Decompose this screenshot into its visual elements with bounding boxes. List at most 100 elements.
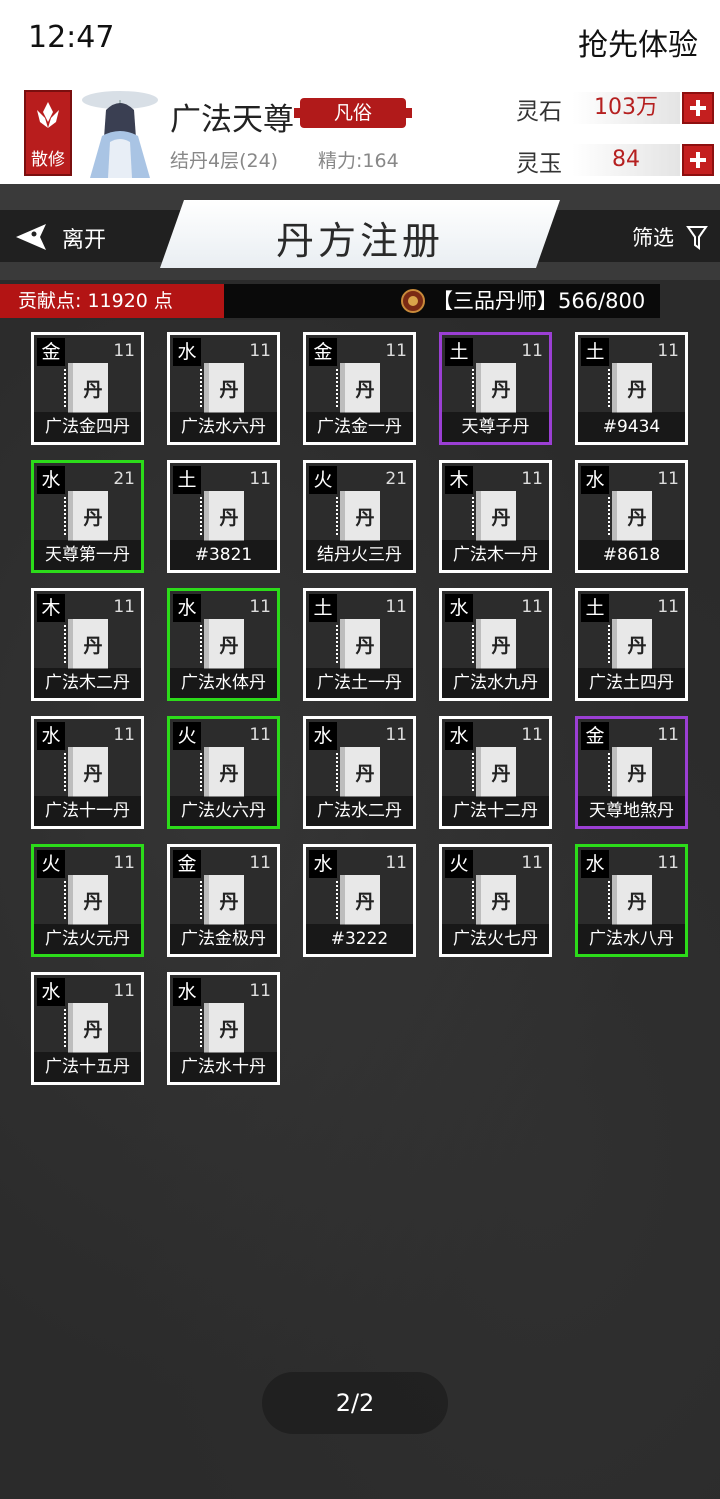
early-access-label[interactable]: 抢先体验 bbox=[578, 20, 698, 64]
recipe-card[interactable]: 土 11 丹 #3821 bbox=[167, 460, 280, 573]
book-char: 丹 bbox=[83, 379, 103, 401]
player-name: 广法天尊 bbox=[170, 102, 294, 138]
recipe-level: 11 bbox=[249, 341, 271, 361]
recipe-level: 11 bbox=[249, 725, 271, 745]
recipe-name: 广法木二丹 bbox=[34, 668, 141, 698]
recipe-book-icon: 丹 bbox=[200, 1003, 244, 1053]
book-char: 丹 bbox=[83, 635, 103, 657]
recipe-card[interactable]: 金 11 丹广法金一丹 bbox=[303, 332, 416, 445]
element-tag: 水 bbox=[173, 594, 201, 622]
recipe-card[interactable]: 水 11 丹广法水二丹 bbox=[303, 716, 416, 829]
element-tag: 土 bbox=[173, 466, 201, 494]
recipe-card[interactable]: 水 11 丹广法水十丹 bbox=[167, 972, 280, 1085]
recipe-card[interactable]: 水 11 丹广法十一丹 bbox=[31, 716, 144, 829]
book-char: 丹 bbox=[219, 763, 239, 785]
recipe-level: 11 bbox=[385, 597, 407, 617]
recipe-book-icon: 丹 bbox=[64, 619, 108, 669]
recipe-card[interactable]: 火 11 丹广法火元丹 bbox=[31, 844, 144, 957]
recipe-name: 广法金极丹 bbox=[170, 924, 277, 954]
recipe-name: 广法水八丹 bbox=[578, 924, 685, 954]
element-tag: 水 bbox=[581, 850, 609, 878]
recipe-card[interactable]: 木 11 丹广法木二丹 bbox=[31, 588, 144, 701]
book-char: 丹 bbox=[83, 1019, 103, 1041]
recipe-name: 广法金一丹 bbox=[306, 412, 413, 442]
element-tag: 水 bbox=[309, 722, 337, 750]
add-spirit-jade-button[interactable] bbox=[682, 144, 714, 176]
recipe-book-icon: 丹 bbox=[64, 747, 108, 797]
recipe-card[interactable]: 水 11 丹广法水体丹 bbox=[167, 588, 280, 701]
page-indicator[interactable]: 2/2 bbox=[262, 1372, 448, 1434]
recipe-book-icon: 丹 bbox=[200, 619, 244, 669]
recipe-name: 广法木一丹 bbox=[442, 540, 549, 570]
element-tag: 水 bbox=[173, 338, 201, 366]
element-tag: 火 bbox=[173, 722, 201, 750]
recipe-book-icon: 丹 bbox=[336, 491, 380, 541]
recipe-card[interactable]: 金 11 丹广法金四丹 bbox=[31, 332, 144, 445]
element-tag: 土 bbox=[581, 338, 609, 366]
book-char: 丹 bbox=[491, 763, 511, 785]
add-spirit-stone-button[interactable] bbox=[682, 92, 714, 124]
recipe-card[interactable]: 水 11 丹广法十二丹 bbox=[439, 716, 552, 829]
recipe-card[interactable]: 土 11 丹广法土四丹 bbox=[575, 588, 688, 701]
recipe-card[interactable]: 火 21 丹结丹火三丹 bbox=[303, 460, 416, 573]
filter-label: 筛选 bbox=[632, 226, 674, 250]
recipe-book-icon: 丹 bbox=[472, 363, 516, 413]
recipe-card[interactable]: 水 11 丹 #8618 bbox=[575, 460, 688, 573]
recipe-name: 广法水十丹 bbox=[170, 1052, 277, 1082]
recipe-card[interactable]: 水 11 丹广法十五丹 bbox=[31, 972, 144, 1085]
alchemist-rank-bar: 【三品丹师】566/800 bbox=[224, 284, 660, 318]
recipe-level: 11 bbox=[249, 853, 271, 873]
recipe-card[interactable]: 火 11 丹广法火六丹 bbox=[167, 716, 280, 829]
recipe-name: 广法十一丹 bbox=[34, 796, 141, 826]
recipe-name: 广法水九丹 bbox=[442, 668, 549, 698]
recipe-book-icon: 丹 bbox=[200, 491, 244, 541]
recipe-level: 11 bbox=[657, 469, 679, 489]
recipe-card[interactable]: 土 11 丹 #9434 bbox=[575, 332, 688, 445]
recipe-level: 11 bbox=[385, 341, 407, 361]
recipe-level: 21 bbox=[113, 469, 135, 489]
recipe-name: 广法土一丹 bbox=[306, 668, 413, 698]
recipe-name: 天尊地煞丹 bbox=[578, 796, 685, 826]
element-tag: 土 bbox=[581, 594, 609, 622]
book-char: 丹 bbox=[355, 635, 375, 657]
recipe-level: 11 bbox=[249, 981, 271, 1001]
recipe-card[interactable]: 水 11 丹广法水六丹 bbox=[167, 332, 280, 445]
contribution-points: 贡献点: 11920 点 bbox=[0, 284, 224, 318]
rank-badge: 凡俗 bbox=[294, 98, 412, 128]
recipe-card[interactable]: 水 11 丹 #3222 bbox=[303, 844, 416, 957]
recipe-card[interactable]: 金 11 丹天尊地煞丹 bbox=[575, 716, 688, 829]
sect-badge[interactable]: 散修 bbox=[24, 90, 72, 176]
recipe-name: #9434 bbox=[578, 412, 685, 442]
spirit-stone-label: 灵石 bbox=[516, 99, 562, 125]
filter-button[interactable]: 筛选 bbox=[632, 222, 708, 254]
recipe-book-icon: 丹 bbox=[200, 747, 244, 797]
recipe-card[interactable]: 水 11 丹广法水九丹 bbox=[439, 588, 552, 701]
recipe-name: 天尊第一丹 bbox=[34, 540, 141, 570]
recipe-book-icon: 丹 bbox=[472, 875, 516, 925]
book-char: 丹 bbox=[491, 379, 511, 401]
element-tag: 木 bbox=[37, 594, 65, 622]
recipe-card[interactable]: 金 11 丹广法金极丹 bbox=[167, 844, 280, 957]
recipe-card[interactable]: 水 11 丹广法水八丹 bbox=[575, 844, 688, 957]
recipe-name: 天尊子丹 bbox=[442, 412, 549, 442]
book-char: 丹 bbox=[83, 763, 103, 785]
spirit-stone-value: 103万 bbox=[572, 92, 680, 124]
recipe-level: 11 bbox=[249, 597, 271, 617]
recipe-name: 广法十二丹 bbox=[442, 796, 549, 826]
recipe-card[interactable]: 火 11 丹广法火七丹 bbox=[439, 844, 552, 957]
recipe-card[interactable]: 土 11 丹天尊子丹 bbox=[439, 332, 552, 445]
element-tag: 水 bbox=[37, 722, 65, 750]
recipe-name: 广法水六丹 bbox=[170, 412, 277, 442]
element-tag: 土 bbox=[445, 338, 473, 366]
recipe-level: 11 bbox=[521, 725, 543, 745]
recipe-book-icon: 丹 bbox=[200, 875, 244, 925]
recipe-book-icon: 丹 bbox=[608, 747, 652, 797]
recipe-book-icon: 丹 bbox=[472, 747, 516, 797]
recipe-level: 11 bbox=[521, 469, 543, 489]
element-tag: 火 bbox=[309, 466, 337, 494]
recipe-card[interactable]: 水 21 丹天尊第一丹 bbox=[31, 460, 144, 573]
recipe-book-icon: 丹 bbox=[608, 363, 652, 413]
avatar[interactable] bbox=[80, 86, 160, 178]
recipe-card[interactable]: 土 11 丹广法土一丹 bbox=[303, 588, 416, 701]
recipe-card[interactable]: 木 11 丹广法木一丹 bbox=[439, 460, 552, 573]
